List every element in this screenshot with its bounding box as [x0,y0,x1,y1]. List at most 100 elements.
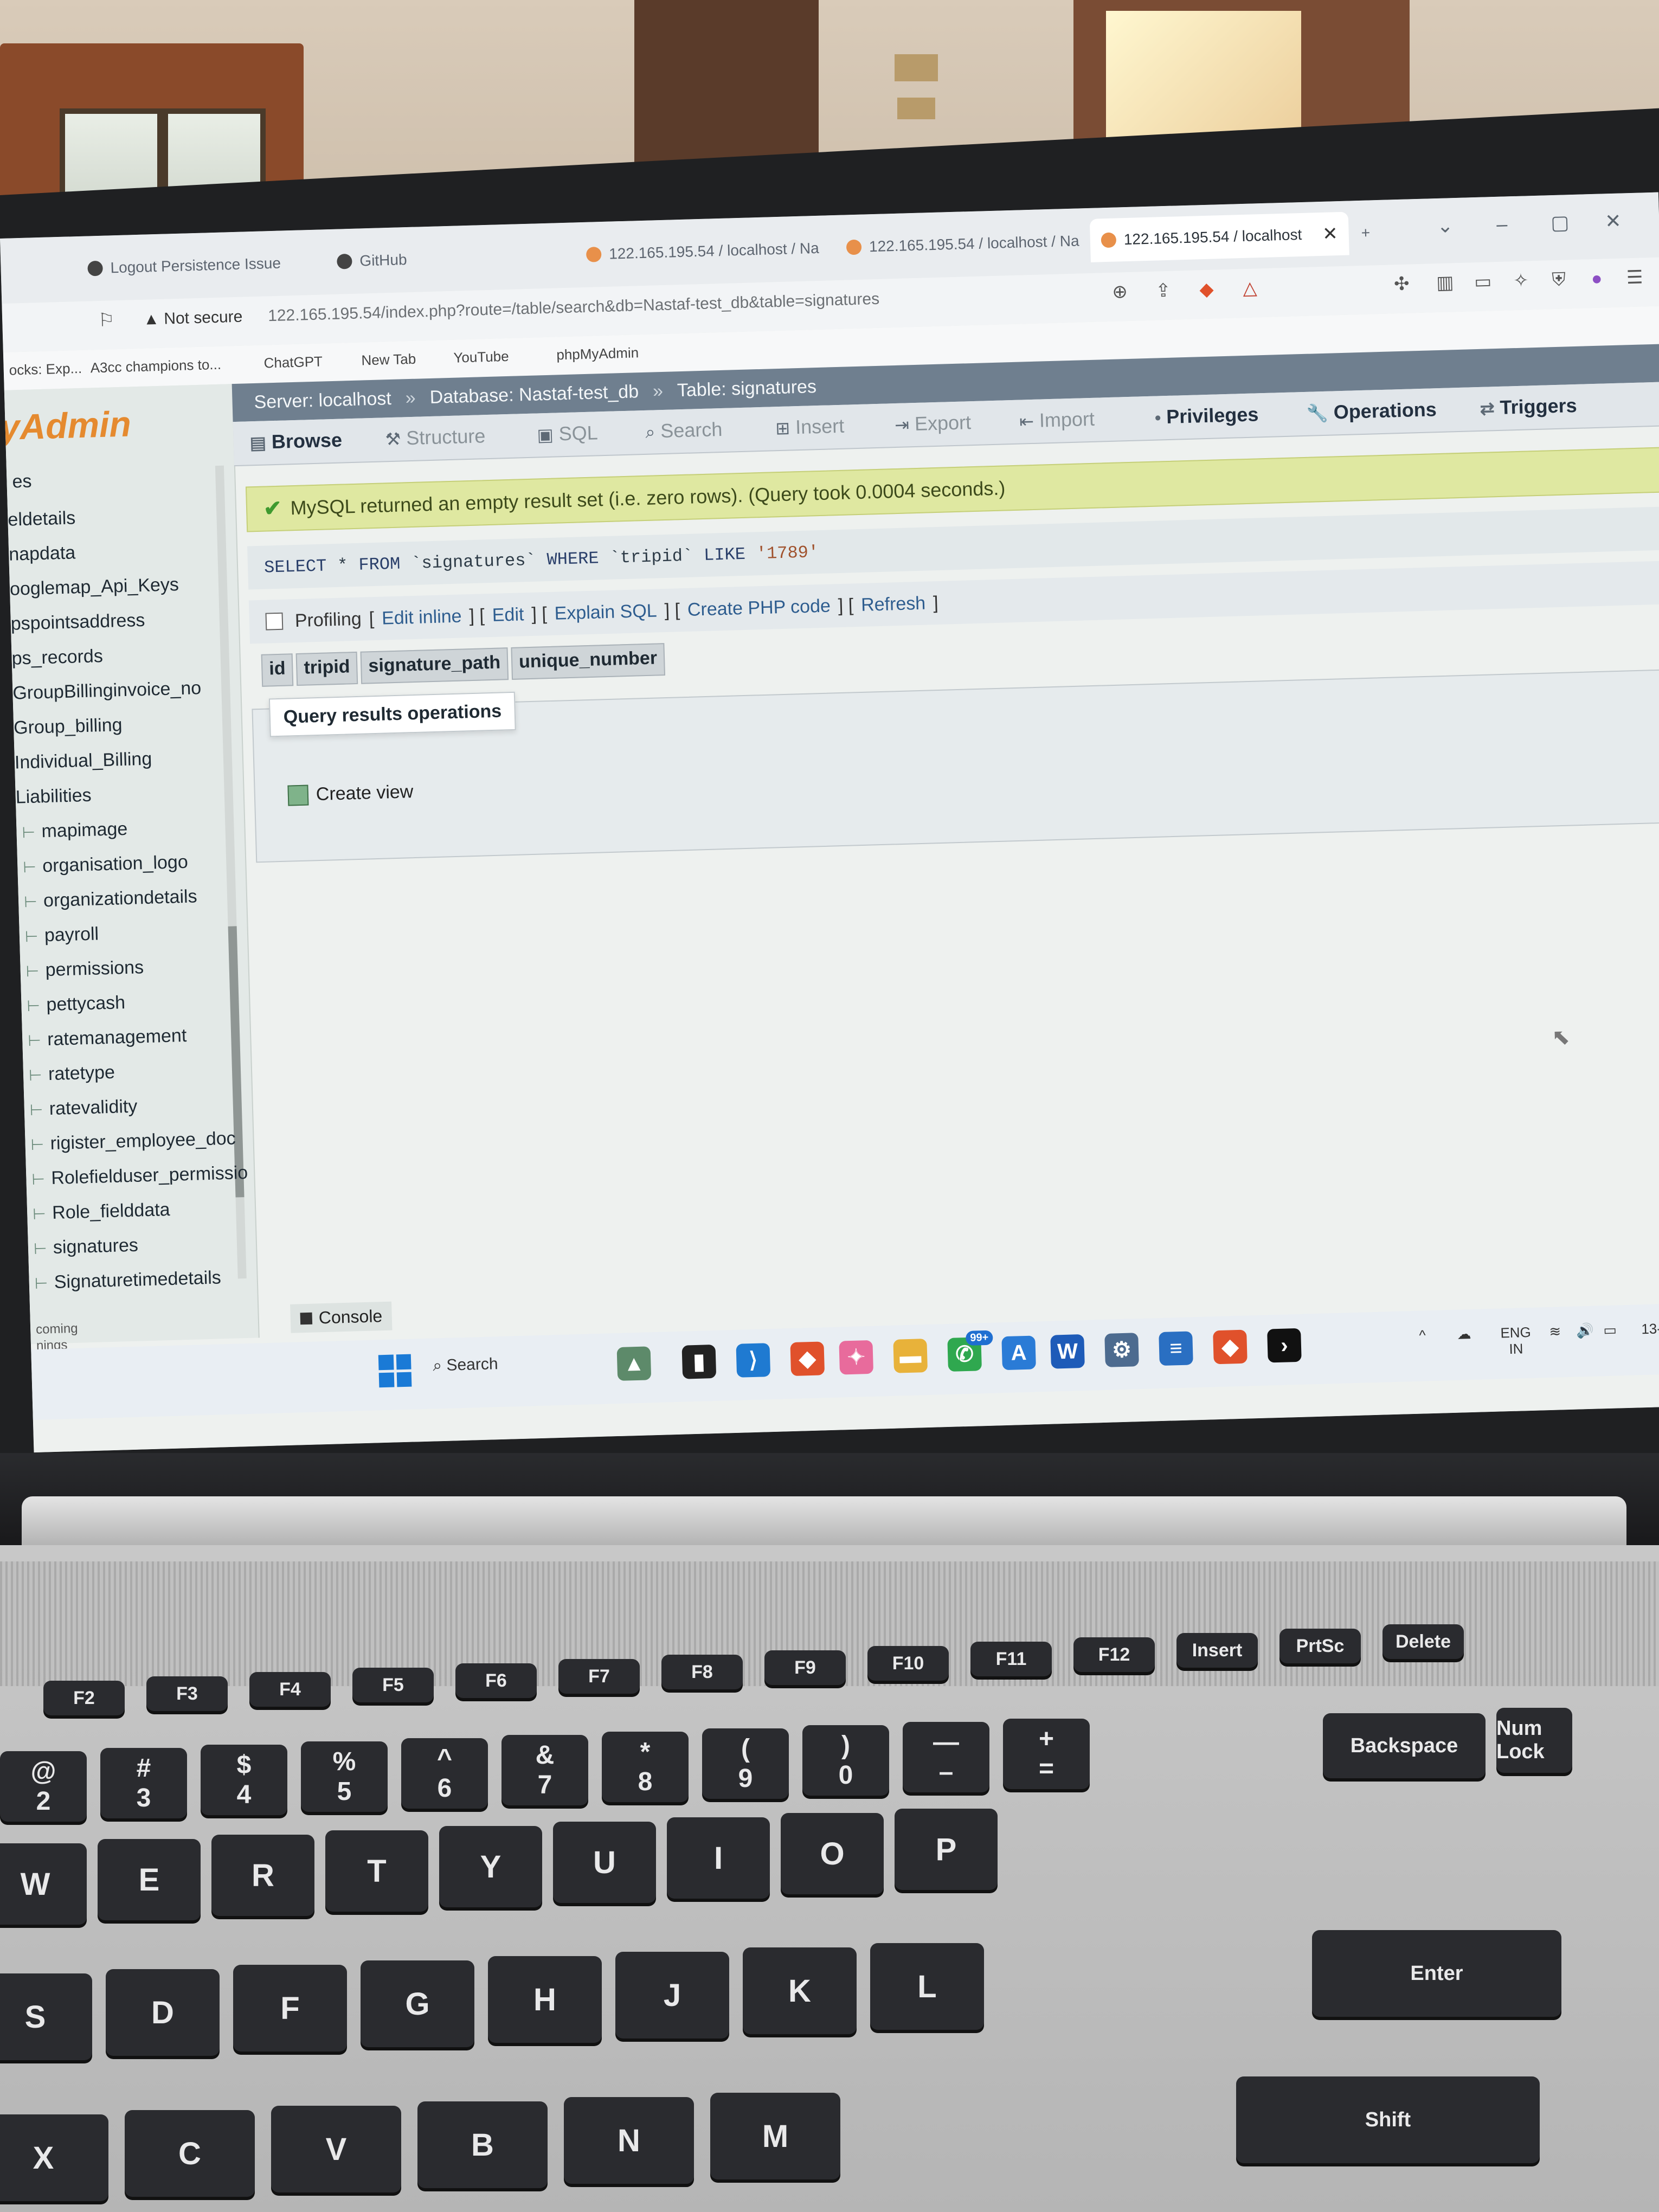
refresh-link[interactable]: Refresh [861,593,926,615]
brave-rewards-icon[interactable]: △ [1238,276,1262,300]
letter-key[interactable]: L [870,1943,984,2030]
letter-key[interactable]: H [488,1956,602,2043]
enter-key[interactable]: Enter [1312,1930,1561,2017]
fn-key[interactable]: F8 [661,1655,743,1689]
number-key[interactable]: — – [903,1722,989,1792]
sidebar-icon[interactable]: ▥ [1433,271,1457,295]
phpmyadmin-logo[interactable]: yAdmin [0,403,132,448]
vscode-icon[interactable]: ⟩ [736,1343,771,1378]
edit-inline-link[interactable]: Edit inline [382,606,462,629]
number-key[interactable]: @2 [0,1751,87,1822]
tab-search[interactable]: ⌕ Search [645,418,723,443]
fn-key[interactable]: F10 [867,1646,949,1681]
sidebar-table-item[interactable]: pspointsaddress [10,610,145,635]
zoom-icon[interactable]: ⊕ [1108,280,1132,304]
number-key[interactable]: & 7 [501,1735,588,1805]
menu-icon[interactable]: ☰ [1623,265,1647,290]
sidebar-table-item[interactable]: ⊢ payroll [24,923,99,947]
fn-key[interactable]: F2 [43,1681,125,1715]
sidebar-table-item[interactable]: GroupBillinginvoice_no [12,678,202,704]
fn-key[interactable]: F7 [558,1659,640,1694]
bookmark-item[interactable]: ocks: Exp... [9,360,82,379]
number-key[interactable]: * 8 [602,1732,689,1802]
sidebar-table-item[interactable]: ⊢ mapimage [22,819,128,843]
column-header[interactable]: unique_number [511,643,665,680]
share-icon[interactable]: ⇪ [1151,279,1175,303]
letter-key[interactable]: F [233,1965,347,2052]
shift-key[interactable]: Shift [1236,2076,1540,2163]
numlock-key[interactable]: Num Lock [1496,1708,1572,1773]
fn-key[interactable]: F9 [764,1650,846,1685]
battery-icon[interactable]: ▭ [1603,1322,1617,1339]
letter-key[interactable]: K [743,1947,857,2034]
sidebar-table-item[interactable]: Group_billing [14,715,123,739]
sidebar-table-item[interactable]: ⊢ permissions [25,957,144,981]
sidebar-table-item[interactable]: Liabilities [15,785,92,808]
close-tab-icon[interactable]: ✕ [1322,223,1339,245]
create-php-code-link[interactable]: Create PHP code [687,595,831,620]
tab-browse[interactable]: ▤ Browse [249,429,342,454]
backspace-key[interactable]: Backspace [1323,1713,1486,1778]
bookmark-item[interactable]: YouTube [453,348,509,366]
column-header[interactable]: signature_path [360,647,509,684]
file-explorer-icon[interactable]: ▬ [893,1339,928,1373]
tab-insert[interactable]: ⊞ Insert [775,415,845,440]
maximize-icon[interactable]: ▢ [1551,211,1570,234]
letter-key[interactable]: E [98,1839,201,1920]
sidebar-table-item[interactable]: ooglemap_Api_Keys [10,574,179,600]
breadcrumb-server[interactable]: Server: localhost [254,388,391,413]
tab-import[interactable]: ⇤ Import [1019,408,1095,433]
widgets-icon[interactable]: ▲ [616,1346,652,1381]
number-key[interactable]: ) 0 [802,1725,889,1796]
letter-key[interactable]: B [417,2101,548,2188]
sidebar-table-item[interactable]: ⊢ organisation_logo [23,852,188,877]
breadcrumb-database[interactable]: Database: Nastaf-test_db [429,381,639,408]
letter-key[interactable]: R [211,1835,314,1916]
store-icon[interactable]: A [1001,1335,1036,1371]
letter-key[interactable]: I [667,1817,770,1899]
brave-browser-icon[interactable]: ◆ [790,1341,825,1377]
tab-logout-persistence[interactable]: Logout Persistence Issue [76,241,293,291]
security-indicator[interactable]: ▲ Not secure [143,308,243,329]
copilot-icon[interactable]: ✦ [839,1340,874,1375]
breadcrumb-table[interactable]: Table: signatures [677,376,816,401]
number-key[interactable]: #3 [100,1748,187,1818]
letter-key[interactable]: U [553,1822,656,1903]
whatsapp-icon[interactable]: ✆ 99+ [947,1330,993,1372]
letter-key[interactable]: Y [439,1826,542,1907]
volume-icon[interactable]: 🔊 [1576,1322,1594,1339]
vpn-icon[interactable]: ⛨ [1547,267,1571,292]
letter-key[interactable]: M [710,2093,840,2179]
sidebar-table-item[interactable]: ps_records [11,646,103,670]
sidebar-table-item[interactable]: ⊢ signatures [33,1235,139,1259]
sidebar-table-item[interactable]: ⊢ ratemanagement [28,1025,187,1051]
sidebar-table-item[interactable]: ⊢ organizationdetails [24,886,197,912]
sidebar-table-item[interactable]: ⊢ Rolefielduser_permissio [31,1162,248,1189]
wifi-icon[interactable]: ≋ [1549,1323,1561,1340]
console-toggle[interactable]: Console [290,1301,393,1333]
number-key[interactable]: % 5 [301,1741,388,1812]
onedrive-icon[interactable]: ☁ [1457,1326,1471,1342]
bookmark-item[interactable]: A3cc champions to... [90,356,221,377]
column-header[interactable]: id [261,653,294,687]
nav-tree-label[interactable]: es [12,471,32,493]
fn-key[interactable]: Delete [1382,1624,1464,1659]
number-key[interactable]: + = [1003,1719,1090,1789]
create-view-link[interactable]: Create view [287,781,414,806]
bookmark-icon[interactable]: ⚐ [94,308,119,332]
explain-sql-link[interactable]: Explain SQL [554,600,657,624]
tab-sql[interactable]: ▣ SQL [537,421,598,446]
settings-icon[interactable]: ⚙ [1104,1333,1139,1367]
letter-key[interactable]: X [0,2114,108,2201]
clock-date[interactable]: 13-05- [1641,1320,1659,1337]
bookmark-item[interactable]: ChatGPT [263,353,323,371]
tray-overflow-icon[interactable]: ^ [1419,1327,1426,1343]
tab-list-icon[interactable]: ⌄ [1437,214,1454,237]
language-indicator[interactable]: ENG IN [1500,1324,1532,1358]
sidebar-table-item[interactable]: ⊢ ratetype [29,1062,115,1085]
new-tab-button[interactable]: + [1350,211,1382,255]
edit-link[interactable]: Edit [492,604,524,626]
sidebar-table-item[interactable]: ⊢ Signaturetimedetails [34,1267,221,1294]
sidebar-table-item[interactable]: eldetails [8,507,76,530]
letter-key[interactable]: O [781,1813,884,1894]
